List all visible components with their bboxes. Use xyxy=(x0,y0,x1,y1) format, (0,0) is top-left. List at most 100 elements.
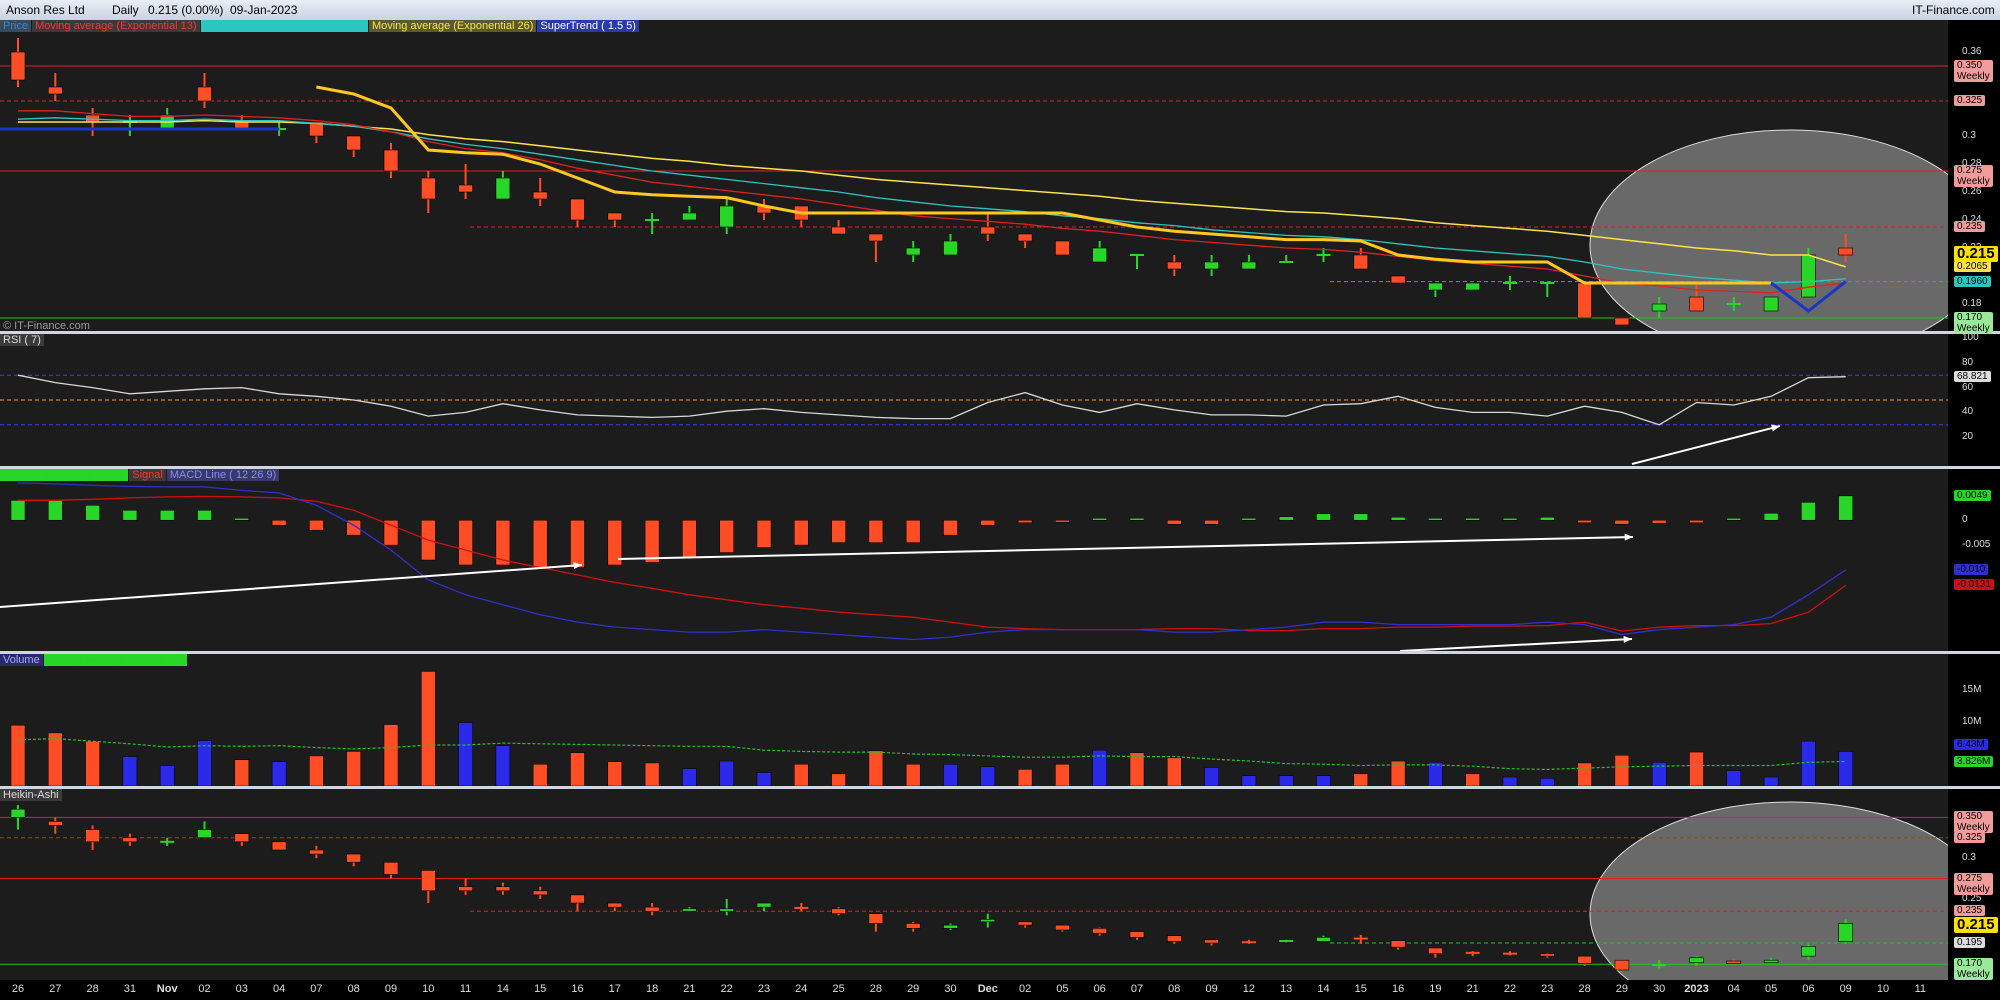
macd-histogram-bar xyxy=(1763,513,1779,521)
macd-histogram-bar xyxy=(905,519,921,543)
ha-candle-body xyxy=(756,902,772,908)
candle-body xyxy=(1838,247,1853,256)
price-tag: 0.195 xyxy=(1954,937,1986,949)
macd-histogram-bar xyxy=(309,519,324,531)
time-axis[interactable]: 26 27 28 31 Nov 02 03 04 07 08 09 10 11 14 15 16 17 18 21 2… xyxy=(0,980,1948,1000)
macd-histogram-bar xyxy=(1353,513,1369,521)
candle-body xyxy=(532,191,548,200)
volume-bar xyxy=(1502,776,1518,786)
ha-candle-body xyxy=(197,829,212,839)
ha-candle-body xyxy=(868,913,884,924)
candle-body xyxy=(1353,254,1369,270)
candle-body xyxy=(682,212,697,221)
volume-bar xyxy=(1167,757,1182,786)
price-tag: 0.235 xyxy=(1954,221,1986,232)
rsi-chart[interactable] xyxy=(0,334,1948,466)
price-tag-value: 0.325 xyxy=(1957,831,1983,843)
macd-histogram-bar xyxy=(868,519,884,543)
price-tag: 0.0049 xyxy=(1954,489,1991,501)
ha-candle-body xyxy=(10,808,26,818)
macd-histogram-bar xyxy=(980,519,996,526)
volume-bar xyxy=(831,773,846,786)
x-tick-label: 29 xyxy=(907,983,920,995)
x-tick-label: 05 xyxy=(1056,983,1069,995)
candle-body xyxy=(831,226,846,235)
macd-histogram-bar xyxy=(85,505,100,521)
x-tick-label: 16 xyxy=(571,983,584,995)
x-tick-label: 04 xyxy=(272,983,286,995)
volume-bar xyxy=(48,732,63,786)
x-tick-label: 10 xyxy=(422,983,435,995)
candle-body xyxy=(1241,261,1257,270)
macd-histogram-bar xyxy=(1241,517,1257,521)
x-tick-label: 28 xyxy=(1578,983,1591,995)
brand-link[interactable]: IT-Finance.com xyxy=(1912,0,1995,20)
ha-candle-body xyxy=(532,890,548,896)
chart-date: 09-Jan-2023 xyxy=(230,3,298,17)
ema13-line xyxy=(18,110,1846,294)
candle-body xyxy=(1017,233,1033,242)
rsi-scale[interactable]: 100 80 60 40 20 xyxy=(1948,332,2000,466)
x-tick-label: 15 xyxy=(534,983,547,995)
candle-body xyxy=(1428,282,1443,291)
macd-histogram-bar xyxy=(1838,495,1853,521)
ha-candle-body xyxy=(420,870,436,892)
price-tag: 0.235 xyxy=(1954,905,1986,917)
ha-candle-body xyxy=(1390,940,1406,948)
volume-chart[interactable] xyxy=(0,654,1948,786)
macd-panel[interactable]: MACD Line minus Signal Signal MACD Line ( … xyxy=(0,469,1948,651)
price-tag-value: 0.275 xyxy=(1957,165,1983,176)
price-tag: 0.215 xyxy=(1954,245,1998,262)
volume-panel[interactable]: Volume Moving average (Simple 10) xyxy=(0,654,1948,786)
macd-histogram-bar xyxy=(644,519,660,563)
volume-bar xyxy=(1726,770,1742,786)
trend-arrowhead xyxy=(1624,533,1633,541)
price-tag-value: 0.0049 xyxy=(1957,489,1988,501)
x-tick-label: 2023 xyxy=(1684,983,1709,995)
volume-bar xyxy=(234,759,250,786)
x-tick-label: 28 xyxy=(869,983,883,995)
price-tag-sub: Weekly xyxy=(1957,176,1990,187)
ha-candle-body xyxy=(1316,937,1331,942)
ha-candle-body xyxy=(85,829,100,843)
y-tick-label: 80 xyxy=(1962,356,1974,368)
price-tag-value: -0.0131 xyxy=(1957,579,1991,591)
x-tick-label: 22 xyxy=(1503,983,1517,995)
price-tag-value: 0.235 xyxy=(1957,221,1983,232)
macd-histogram-bar xyxy=(1055,519,1070,523)
macd-chart[interactable] xyxy=(0,469,1948,651)
volume-bar xyxy=(383,724,399,786)
heikin-ashi-chart[interactable] xyxy=(0,789,1948,980)
y-tick-label: 0.18 xyxy=(1962,298,1982,309)
price-tag: 0.215 xyxy=(1954,917,1998,934)
volume-bar xyxy=(1353,773,1369,786)
ha-candle-body xyxy=(607,902,623,908)
price-tag-value: 0.2065 xyxy=(1957,260,1988,272)
x-tick-label: 28 xyxy=(86,983,99,995)
price-tag-value: 0.235 xyxy=(1957,905,1983,917)
rsi-panel[interactable]: RSI ( 7) xyxy=(0,334,1948,466)
price-tag-value: 0.325 xyxy=(1957,95,1983,106)
volume-bar xyxy=(682,768,697,786)
y-tick-label: 10M xyxy=(1962,716,1982,727)
price-chart[interactable] xyxy=(0,20,1948,331)
price-tag: 68.821 xyxy=(1954,370,1991,382)
candle-body xyxy=(420,177,436,200)
price-panel[interactable]: Price Moving average (Exponential 13) Movi… xyxy=(0,20,1948,331)
candle-body xyxy=(47,86,63,95)
price-tag-value: 3.826M xyxy=(1957,755,1991,767)
x-tick-label: 21 xyxy=(1466,983,1479,995)
candle-body xyxy=(1577,282,1592,319)
volume-bar xyxy=(1428,762,1443,786)
ha-candle-body xyxy=(1801,946,1816,957)
volume-bar xyxy=(719,760,734,786)
candle-body xyxy=(1763,296,1779,312)
period[interactable]: Daily xyxy=(112,0,139,20)
heikin-ashi-panel[interactable]: Heikin-Ashi xyxy=(0,789,1948,980)
y-tick-label: 0.3 xyxy=(1962,130,1976,141)
price-tag: 0.350 Weekly xyxy=(1954,60,1993,82)
volume-bar xyxy=(421,671,436,786)
macd-histogram-bar xyxy=(10,500,26,521)
x-tick-label: 14 xyxy=(496,983,510,995)
ha-candle-body xyxy=(1167,935,1182,942)
